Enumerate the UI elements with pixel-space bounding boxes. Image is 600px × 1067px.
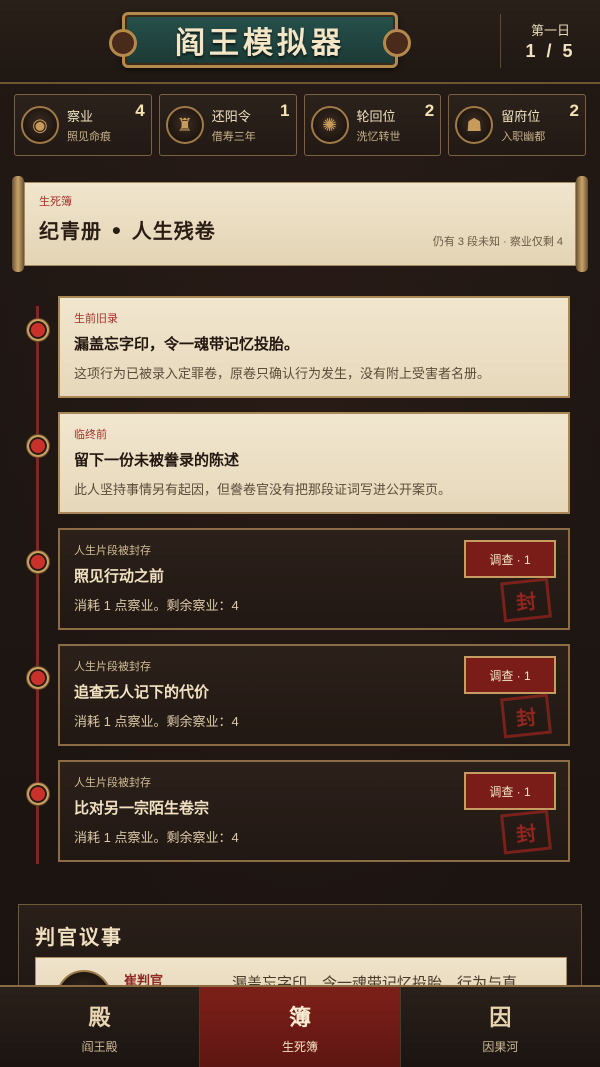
nav-label: 阎王殿 — [81, 1039, 118, 1054]
book-scroll-header: 生死簿 纪青册 • 人生残卷 仍有 3 段未知 · 察业仅剩 4 — [24, 182, 576, 266]
timeline-line — [36, 306, 39, 864]
resource-reincarnation[interactable]: ✺ 轮回位 洗忆转世 2 — [303, 94, 442, 156]
resource-name: 还阳令 — [211, 109, 251, 124]
resource-count: 2 — [569, 101, 579, 120]
reincarnation-wheel-icon: ✺ — [310, 106, 349, 144]
top-header: 阎王模拟器 第一日 1 / 5 — [0, 0, 600, 84]
underworld-post-icon: ☗ — [455, 106, 494, 144]
entry-tag: 临终前 — [74, 429, 107, 441]
investigate-button[interactable]: 调查 · 1 — [464, 656, 556, 694]
entry-desc: 消耗 1 点察业。剩余察业：4 — [74, 598, 239, 613]
entry-desc: 此人坚持事情另有起因，但誊卷官没有把那段证词写进公开案页。 — [74, 482, 452, 497]
palace-icon: 殿 — [88, 1004, 111, 1031]
day-count: 1 / 5 — [525, 41, 576, 61]
entry-tag: 生前旧录 — [74, 313, 118, 325]
resource-name: 留府位 — [501, 109, 541, 124]
timeline-node — [26, 550, 50, 574]
day-counter: 第一日 1 / 5 — [500, 14, 600, 68]
resource-count: 4 — [135, 101, 145, 120]
book-status-note: 仍有 3 段未知 · 察业仅剩 4 — [432, 236, 563, 248]
entry-title: 留下一份未被誊录的陈述 — [74, 451, 240, 469]
resource-sub: 照见命痕 — [67, 131, 111, 143]
resource-sub: 洗忆转世 — [356, 131, 401, 143]
app-root: 阎王模拟器 第一日 1 / 5 ◉ 察业 照见命痕 4 ♜ 还阳令 借寿三年 1… — [0, 0, 600, 1067]
timeline-node — [26, 434, 50, 458]
entry-title: 漏盖忘字印，令一魂带记忆投胎。 — [74, 335, 300, 353]
resource-bar: ◉ 察业 照见命痕 4 ♜ 还阳令 借寿三年 1 ✺ 轮回位 洗忆转世 2 ☗ — [14, 94, 586, 156]
timeline-node — [26, 666, 50, 690]
karma-eye-icon: ◉ — [21, 106, 59, 144]
book-icon: 簿 — [288, 1004, 311, 1031]
book-tag: 生死簿 — [39, 196, 72, 208]
resource-resurrection[interactable]: ♜ 还阳令 借寿三年 1 — [158, 94, 297, 156]
title-plaque: 阎王模拟器 — [109, 12, 411, 68]
karma-river-icon: 因 — [489, 1004, 512, 1031]
scroll-rod-right — [576, 176, 588, 272]
bottom-nav: 殿 阎王殿 簿 生死簿 因 因果河 — [0, 985, 600, 1067]
record-entry: 临终前 留下一份未被誊录的陈述 此人坚持事情另有起因，但誊卷官没有把那段证词写进… — [58, 412, 570, 514]
sealed-entry: 人生片段被封存 追查无人记下的代价 消耗 1 点察业。剩余察业：4 调查 · 1… — [58, 644, 570, 746]
resource-underworld-post[interactable]: ☗ 留府位 入职幽都 2 — [448, 94, 586, 156]
resource-karma[interactable]: ◉ 察业 照见命痕 4 — [14, 94, 152, 156]
nav-label: 生死簿 — [281, 1039, 318, 1054]
entry-desc: 这项行为已被录入定罪卷，原卷只确认行为发生，没有附上受害者名册。 — [74, 366, 491, 381]
entry-desc: 消耗 1 点察业。剩余察业：4 — [74, 830, 239, 845]
seal-stamp-icon: 封 — [500, 577, 552, 623]
record-entry: 生前旧录 漏盖忘字印，令一魂带记忆投胎。 这项行为已被录入定罪卷，原卷只确认行为… — [58, 296, 570, 398]
timeline-node — [26, 318, 50, 342]
resource-count: 2 — [424, 101, 435, 120]
resource-sub: 借寿三年 — [211, 131, 256, 143]
seal-stamp-icon: 封 — [500, 809, 552, 855]
nav-tab-karma-river[interactable]: 因 因果河 — [401, 987, 600, 1067]
day-label: 第一日 — [530, 24, 570, 39]
resource-name: 察业 — [67, 109, 94, 124]
resource-sub: 入职幽都 — [501, 131, 546, 143]
scroll-rod-left — [12, 176, 24, 272]
timeline-node — [26, 782, 50, 806]
resource-name: 轮回位 — [356, 109, 396, 124]
nav-tab-palace[interactable]: 殿 阎王殿 — [0, 987, 201, 1067]
investigate-button[interactable]: 调查 · 1 — [464, 540, 556, 578]
nav-tab-book[interactable]: 簿 生死簿 — [200, 987, 401, 1067]
entry-desc: 消耗 1 点察业。剩余察业：4 — [74, 714, 239, 729]
resurrection-token-icon: ♜ — [165, 106, 204, 144]
app-title: 阎王模拟器 — [175, 26, 345, 61]
sealed-entry: 人生片段被封存 比对另一宗陌生卷宗 消耗 1 点察业。剩余察业：4 调查 · 1… — [58, 760, 570, 862]
sealed-entry: 人生片段被封存 照见行动之前 消耗 1 点察业。剩余察业：4 调查 · 1 封 — [58, 528, 570, 630]
investigate-button[interactable]: 调查 · 1 — [464, 772, 556, 810]
seal-stamp-icon: 封 — [500, 693, 552, 739]
resource-count: 1 — [280, 101, 290, 120]
judge-section-title: 判官议事 — [35, 925, 123, 949]
nav-label: 因果河 — [482, 1039, 519, 1054]
